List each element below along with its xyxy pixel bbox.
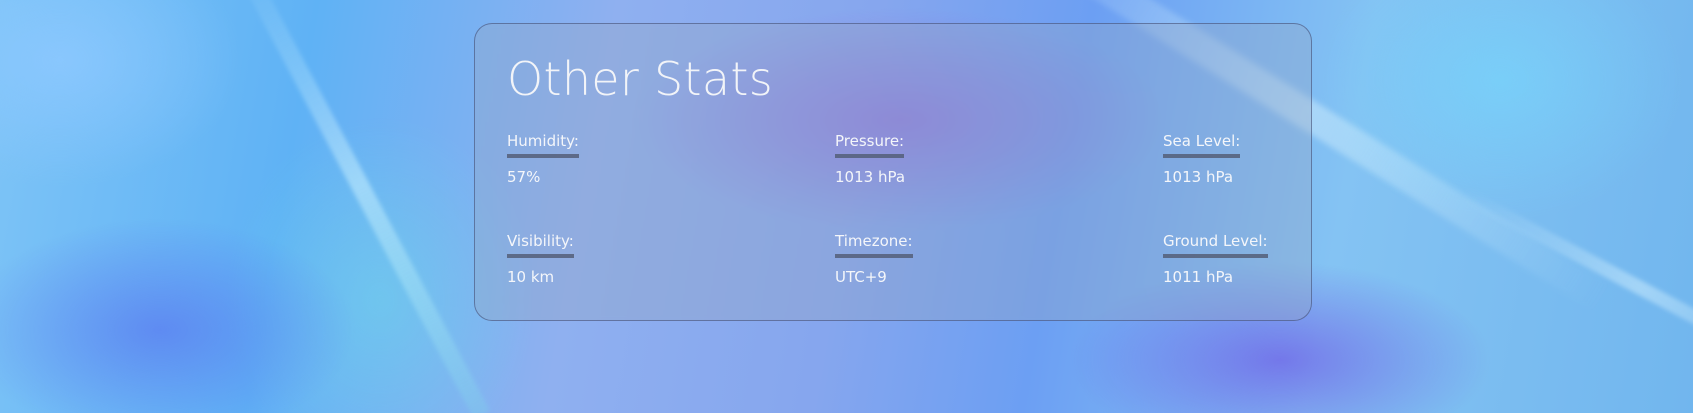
stat-label: Timezone: (835, 231, 913, 258)
stat-label: Pressure: (835, 131, 905, 158)
stat-label: Sea Level: (1163, 131, 1241, 158)
other-stats-card: Other Stats Humidity: 57% Pressure: 1013… (474, 23, 1312, 321)
stat-value: 1011 hPa (1163, 268, 1234, 286)
stat-label: Visibility: (507, 231, 574, 258)
stat-humidity: Humidity: 57% (507, 131, 707, 187)
stat-visibility: Visibility: 10 km (507, 231, 707, 287)
stats-grid: Humidity: 57% Pressure: 1013 hPa Sea Lev… (507, 131, 1279, 331)
stat-ground-level: Ground Level: 1011 hPa (1163, 231, 1363, 287)
stat-value: UTC+9 (835, 268, 887, 286)
stat-timezone: Timezone: UTC+9 (835, 231, 1035, 287)
background-streak (230, 0, 491, 413)
stat-label: Ground Level: (1163, 231, 1268, 258)
background-streak (1460, 187, 1693, 388)
stat-sea-level: Sea Level: 1013 hPa (1163, 131, 1363, 187)
stat-value: 1013 hPa (835, 168, 906, 186)
stat-label: Humidity: (507, 131, 579, 158)
stat-value: 1013 hPa (1163, 168, 1234, 186)
stat-value: 57% (507, 168, 541, 186)
stat-pressure: Pressure: 1013 hPa (835, 131, 1035, 187)
stat-value: 10 km (507, 268, 555, 286)
card-title: Other Stats (507, 52, 773, 106)
